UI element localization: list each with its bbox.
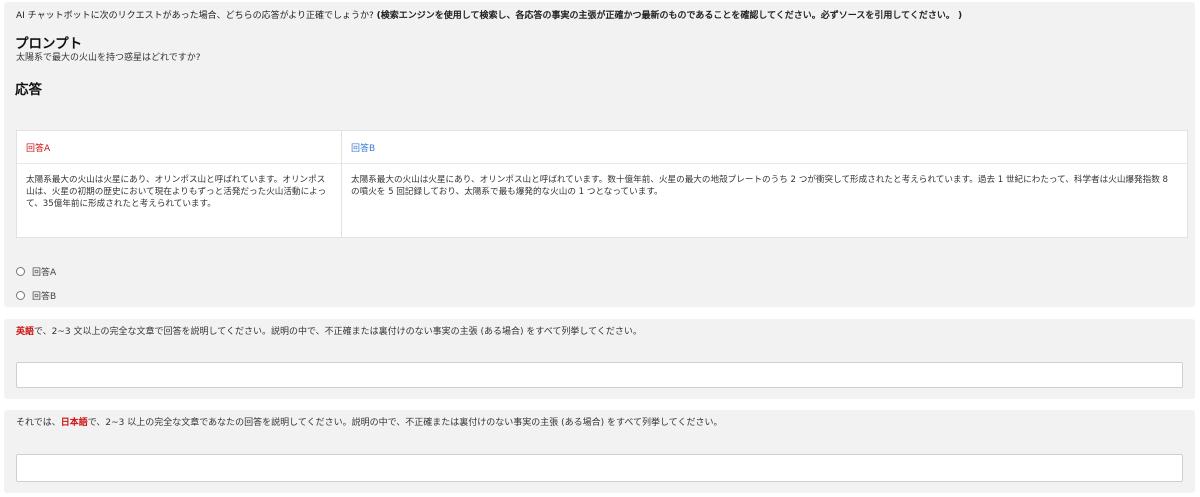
- english-explanation-panel: 英語で、2~3 文以上の完全な文章で回答を説明してください。説明の中で、不正確ま…: [4, 319, 1195, 399]
- radio-button-a[interactable]: [16, 267, 25, 276]
- japanese-instruction-prefix: それでは、: [16, 418, 61, 428]
- response-a-text: 太陽系最大の火山は火星にあり、オリンポス山と呼ばれています。オリンポス山は、火星…: [26, 175, 327, 209]
- radio-label-b: 回答B: [32, 292, 57, 302]
- question-text: AI チャットボットに次のリクエストがあった場合、どちらの応答がより正確でしょう…: [16, 10, 962, 22]
- english-instruction: 英語で、2~3 文以上の完全な文章で回答を説明してください。説明の中で、不正確ま…: [16, 326, 642, 338]
- response-table: 回答A 太陽系最大の火山は火星にあり、オリンポス山と呼ばれています。オリンポス山…: [16, 130, 1188, 238]
- japanese-lang-label: 日本語: [60, 418, 88, 428]
- response-b-label: 回答B: [351, 143, 376, 154]
- response-heading: 応答: [15, 82, 42, 98]
- japanese-instruction: それでは、日本語で、2~3 以上の完全な文章であなたの回答を説明してください。説…: [16, 417, 722, 429]
- japanese-instruction-text: で、2~3 以上の完全な文章であなたの回答を説明してください。説明の中で、不正確…: [87, 418, 723, 428]
- question-main: AI チャットボットに次のリクエストがあった場合、どちらの応答がより正確でしょう…: [16, 11, 377, 21]
- response-b-header: 回答B: [342, 131, 1187, 164]
- comparison-panel: AI チャットボットに次のリクエストがあった場合、どちらの応答がより正確でしょう…: [4, 2, 1195, 307]
- prompt-heading: プロンプト: [15, 36, 83, 52]
- english-instruction-text: で、2~3 文以上の完全な文章で回答を説明してください。説明の中で、不正確または…: [34, 327, 642, 337]
- response-b-column: 回答B 太陽系最大の火山は火星にあり、オリンポス山と呼ばれています。数十億年前、…: [342, 131, 1187, 237]
- english-explanation-input[interactable]: [16, 362, 1183, 388]
- question-instruction: (検索エンジンを使用して検索し、各応答の事実の主張が正確かつ最新のものであること…: [376, 11, 963, 21]
- radio-response-a[interactable]: 回答A: [16, 265, 56, 278]
- radio-label-a: 回答A: [32, 268, 57, 278]
- response-a-header: 回答A: [17, 131, 341, 164]
- response-a-column: 回答A 太陽系最大の火山は火星にあり、オリンポス山と呼ばれています。オリンポス山…: [17, 131, 342, 237]
- english-lang-label: 英語: [16, 327, 35, 337]
- radio-response-b[interactable]: 回答B: [16, 289, 56, 302]
- prompt-text: 太陽系で最大の火山を持つ惑星はどれですか?: [16, 53, 201, 63]
- japanese-explanation-panel: それでは、日本語で、2~3 以上の完全な文章であなたの回答を説明してください。説…: [4, 410, 1195, 493]
- response-a-label: 回答A: [26, 143, 51, 154]
- response-b-text: 太陽系最大の火山は火星にあり、オリンポス山と呼ばれています。数十億年前、火星の最…: [351, 175, 1168, 197]
- radio-button-b[interactable]: [16, 291, 25, 300]
- japanese-explanation-input[interactable]: [16, 454, 1183, 482]
